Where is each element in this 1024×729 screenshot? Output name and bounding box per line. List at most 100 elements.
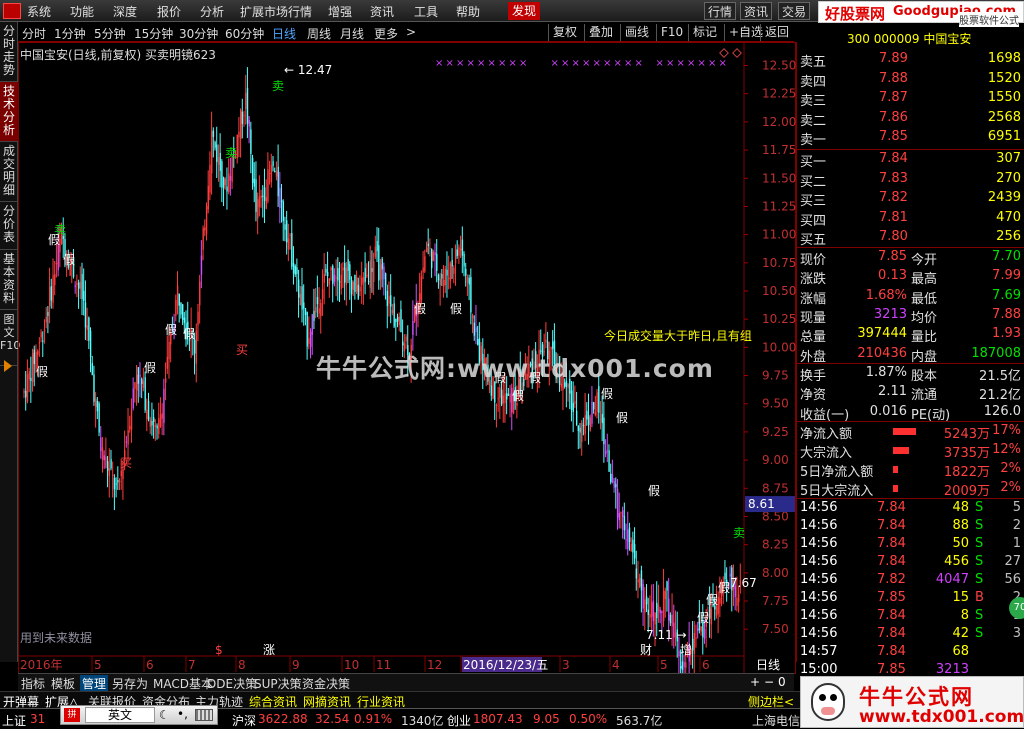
moon-icon[interactable]: ☾ [159, 708, 170, 722]
tab-sup[interactable]: SUP决策 [254, 675, 302, 692]
bid-row[interactable]: 买四 7.81 470 [797, 209, 1024, 229]
tab-fund[interactable]: 资金决策 [302, 675, 350, 692]
tab-dde[interactable]: DDE决策 [207, 675, 257, 692]
candle-body [286, 220, 288, 243]
buy-signal: 买 [236, 343, 248, 357]
period-5min[interactable]: 5分钟 [94, 25, 126, 42]
tick-row[interactable]: 14:56 7.84 456 S 27 [797, 553, 1024, 572]
punctuation-icon[interactable]: •, [177, 707, 188, 721]
top-signal-marker: × [656, 58, 664, 69]
tab-timeshare[interactable]: 分时走势 [0, 22, 18, 82]
tick-side: S [975, 536, 984, 551]
fundamental-row[interactable]: 收益(一) 0.016 PE(动) 126.0 [797, 403, 1024, 423]
collapse-arrow-icon[interactable] [4, 360, 12, 372]
menu-depth[interactable]: 深度 [113, 3, 137, 20]
period-next-arrow[interactable]: > [406, 25, 416, 39]
keyboard-icon[interactable] [195, 709, 213, 721]
tab-template[interactable]: 模板 [51, 675, 75, 692]
bid-row[interactable]: 买五 7.80 256 [797, 228, 1024, 248]
menu-tools[interactable]: 工具 [414, 3, 438, 20]
news-mode-button[interactable]: 资讯 [740, 2, 773, 20]
overlay-button[interactable]: 叠加 [584, 24, 617, 41]
bid-row[interactable]: 买三 7.82 2439 [797, 189, 1024, 209]
tick-row[interactable]: 14:56 7.84 48 S 5 [797, 499, 1024, 518]
period-monthly[interactable]: 月线 [340, 25, 364, 42]
restore-rights-button[interactable]: 复权 [548, 24, 581, 41]
tick-list[interactable]: 14:56 7.84 48 S 5 14:56 7.84 88 S 2 14:56 7.84 50 S 1 1… [797, 499, 1024, 677]
cy-index-label[interactable]: 创业 [447, 712, 471, 729]
tick-time: 14:56 [800, 608, 838, 623]
menu-discover[interactable]: 发现 [508, 2, 541, 20]
menu-enhance[interactable]: 增强 [328, 3, 352, 20]
ask-row[interactable]: 卖五 7.89 1698 [797, 50, 1024, 70]
period-daily[interactable]: 日线 [272, 25, 296, 42]
menu-help[interactable]: 帮助 [456, 3, 480, 20]
flow-row[interactable]: 5日净流入额 1822万 2% [797, 460, 1024, 480]
tab-manage[interactable]: 管理 [80, 675, 109, 692]
trade-mode-button[interactable]: 交易 [778, 2, 811, 20]
nav-plus[interactable]: + [750, 675, 760, 689]
promo-banner[interactable]: 牛牛公式网 www.tdx001.com [800, 676, 1024, 728]
tab-trade-detail[interactable]: 成交明细 [0, 142, 18, 202]
tick-row[interactable]: 14:567.848S1 [797, 607, 1024, 626]
nav-minus[interactable]: − [764, 675, 774, 689]
tab-save-as[interactable]: 另存为 [112, 675, 148, 692]
menu-function[interactable]: 功能 [70, 3, 94, 20]
tick-row[interactable]: 14:56 7.82 4047 S 56 [797, 571, 1024, 590]
stat-row[interactable]: 涨跌 0.13 最高 7.99 [797, 267, 1024, 287]
fundamental-row[interactable]: 净资 2.11 流通 21.2亿 [797, 383, 1024, 403]
stat-row[interactable]: 涨幅 1.68% 最低 7.69 [797, 287, 1024, 307]
sh-index-label[interactable]: 上证 [2, 712, 26, 729]
fundamental-row[interactable]: 换手 1.87% 股本 21.5亿 [797, 364, 1024, 384]
period-timeshare[interactable]: 分时 [22, 25, 46, 42]
bid-row[interactable]: 买一 7.84 307 [797, 150, 1024, 170]
menu-system[interactable]: 系统 [27, 3, 51, 20]
ask-row[interactable]: 卖一 7.85 6951 [797, 128, 1024, 148]
ask-row[interactable]: 卖四 7.88 1520 [797, 70, 1024, 90]
tab-price-table[interactable]: 分价表 [0, 202, 18, 250]
back-button[interactable]: 返回 [760, 24, 793, 41]
bid-label: 买四 [800, 213, 827, 229]
menu-news[interactable]: 资讯 [370, 3, 394, 20]
flow-row[interactable]: 5日大宗流入 2009万 2% [797, 479, 1024, 499]
notification-badge[interactable]: 70 [1009, 597, 1024, 619]
stat-row[interactable]: 现价 7.85 今开 7.70 [797, 248, 1024, 268]
tab-f10[interactable]: 图文F10 [0, 310, 20, 366]
candle-body [374, 246, 377, 257]
period-more[interactable]: 更多 [374, 25, 398, 42]
ask-row[interactable]: 卖三 7.87 1550 [797, 89, 1024, 109]
stat-row[interactable]: 现量 3213 均价 7.88 [797, 306, 1024, 326]
menu-extended-market[interactable]: 扩展市场行情 [240, 3, 312, 20]
hs-index-label[interactable]: 沪深 [232, 712, 256, 729]
ime-toolbar[interactable]: 拼 英文 ☾ •, [60, 705, 218, 725]
f10-button[interactable]: F10 [656, 24, 687, 41]
tab-macd[interactable]: MACD基本 [153, 675, 213, 692]
ask-row[interactable]: 卖二 7.86 2568 [797, 109, 1024, 129]
tab-indicator[interactable]: 指标 [21, 675, 45, 692]
period-weekly[interactable]: 周线 [307, 25, 331, 42]
tick-row[interactable]: 14:56 7.84 88 S 2 [797, 517, 1024, 536]
tick-row[interactable]: 14:56 7.84 42 S 3 [797, 625, 1024, 644]
ime-language-toggle[interactable]: 英文 [85, 707, 155, 723]
period-60min[interactable]: 60分钟 [225, 25, 264, 42]
period-15min[interactable]: 15分钟 [134, 25, 173, 42]
stat-row[interactable]: 外盘 210436 内盘 187008 [797, 345, 1024, 365]
tick-row[interactable]: 14:56 7.84 50 S 1 [797, 535, 1024, 554]
menu-quote[interactable]: 报价 [157, 3, 181, 20]
stat-row[interactable]: 总量 397444 量比 1.93 [797, 325, 1024, 345]
menu-analysis[interactable]: 分析 [200, 3, 224, 20]
period-30min[interactable]: 30分钟 [179, 25, 218, 42]
tick-row[interactable]: 14:57 7.84 68 [797, 643, 1024, 662]
tab-basic-info[interactable]: 基本资料 [0, 250, 18, 310]
tab-technical-analysis[interactable]: 技术分析 [0, 82, 18, 142]
bid-row[interactable]: 买二 7.83 270 [797, 170, 1024, 190]
mark-button[interactable]: 标记 [688, 24, 721, 41]
period-1min[interactable]: 1分钟 [54, 25, 86, 42]
tick-row[interactable]: 14:567.8515B2 [797, 589, 1024, 608]
quote-mode-button[interactable]: 行情 [704, 2, 737, 20]
draw-line-button[interactable]: 画线 [620, 24, 653, 41]
candle-body [449, 263, 452, 281]
flow-row[interactable]: 大宗流入 3735万 12% [797, 441, 1024, 461]
app-logo-icon[interactable] [3, 3, 21, 19]
nav-zero[interactable]: 0 [778, 675, 786, 689]
